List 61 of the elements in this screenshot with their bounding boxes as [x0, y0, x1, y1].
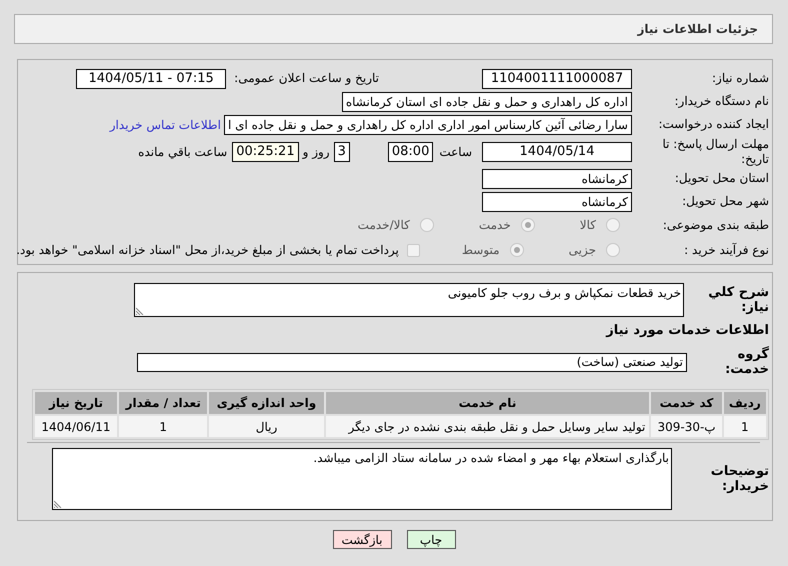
field-label: نوع فرآیند خرید : — [683, 242, 769, 258]
print-button[interactable]: چاپ — [406, 530, 456, 549]
radio-label: خدمت — [478, 218, 511, 232]
table-cell: 1 — [724, 416, 766, 437]
summary-field[interactable]: خرید قطعات نمکپاش و برف روب جلو کامیونی — [134, 283, 684, 317]
field-label: نام دستگاه خریدار: — [674, 94, 769, 109]
field-label: گروه خدمت: — [724, 347, 769, 377]
field-label: روز و — [302, 144, 330, 158]
deadline-date-field[interactable]: 1404/05/14 — [482, 142, 632, 162]
field-label: طبقه بندی موضوعی: — [662, 218, 769, 232]
radio-label: متوسط — [462, 243, 500, 257]
summary-text: خرید قطعات نمکپاش و برف روب جلو کامیونی — [448, 286, 681, 300]
section-heading: اطلاعات خدمات مورد نياز — [606, 322, 769, 338]
announce-date-field[interactable]: 1404/05/11 - 07:15 — [76, 68, 226, 88]
days-field[interactable]: 3 — [334, 142, 350, 162]
buyer-notes-field[interactable]: بارگذاری استعلام بهاء مهر و امضاء شده در سامانه ستاد الزامی میباشد. — [52, 448, 672, 510]
resize-grip-icon[interactable] — [136, 307, 144, 315]
field-label: تاریخ و ساعت اعلان عمومی: — [234, 71, 379, 86]
table-cell: 1 — [119, 416, 208, 437]
table-cell: 1404/06/11 — [35, 416, 117, 437]
notes-text: بارگذاری استعلام بهاء مهر و امضاء شده در سامانه ستاد الزامی میباشد. — [313, 451, 669, 465]
field-label: شماره نیاز: — [711, 71, 769, 86]
province-field[interactable]: کرمانشاه — [482, 168, 632, 188]
back-button[interactable]: بازگشت — [332, 530, 392, 549]
column-header: تعداد / مقدار — [119, 392, 208, 414]
field-label: توضیحات خریدار: — [710, 464, 769, 494]
field-label: استان محل تحویل: — [674, 171, 769, 186]
buyer-contact-link[interactable]: اطلاعات تماس خریدار — [110, 118, 221, 132]
radio-button[interactable] — [420, 218, 434, 232]
remaining-time-field[interactable]: 00:25:21 — [232, 142, 299, 162]
radio-label: کالا — [580, 218, 596, 232]
field-label: شرح کلي نياز: — [707, 285, 769, 315]
radio-button[interactable] — [510, 243, 524, 257]
deadline-time-field[interactable]: 08:00 — [388, 142, 434, 162]
requester-field[interactable]: سارا رضائی آئین کارسناس امور اداری اداره کل راهداری و حمل و نقل جاده ای ا — [224, 114, 632, 134]
resize-grip-icon[interactable] — [54, 500, 62, 508]
radio-button[interactable] — [520, 218, 535, 232]
column-header: واحد اندازه گیری — [209, 392, 324, 414]
page-title: جزئیات اطلاعات نیاز — [637, 22, 758, 36]
buyer-name-field[interactable]: اداره کل راهداری و حمل و نقل جاده ای استان کرمانشاه — [342, 92, 632, 112]
column-header: تاریخ نیاز — [35, 392, 117, 414]
radio-label: کالا/خدمت — [358, 218, 410, 232]
need-number-field[interactable]: 1104001111000087 — [482, 68, 632, 88]
radio-button[interactable] — [606, 218, 620, 232]
checkbox[interactable] — [406, 244, 420, 256]
payment-note: پرداخت تمام یا بخشی از مبلغ خرید،از محل "اسناد خزانه اسلامی" خواهد بود. — [16, 243, 399, 257]
city-field[interactable]: کرمانشاه — [482, 192, 632, 212]
field-label: مهلت ارسال پاسخ: تا تاریخ: — [661, 136, 769, 166]
table-cell: ریال — [209, 416, 324, 437]
column-header: نام خدمت — [326, 392, 650, 414]
field-label: ایجاد کننده درخواست: — [657, 117, 769, 132]
table-cell: پ-30-309 — [651, 416, 722, 437]
column-header: ردیف — [724, 392, 766, 414]
field-label: ساعت باقي مانده — [138, 144, 228, 158]
service-group-field[interactable]: تولید صنعتی (ساخت) — [137, 352, 687, 372]
table-cell: تولید سایر وسایل حمل و نقل طبقه بندی نشده در جای دیگر — [326, 416, 650, 437]
column-header: کد خدمت — [651, 392, 722, 414]
field-label: شهر محل تحویل: — [681, 194, 769, 209]
field-label: ساعت — [439, 144, 472, 158]
radio-button[interactable] — [606, 243, 620, 257]
radio-label: جزیی — [568, 243, 596, 257]
